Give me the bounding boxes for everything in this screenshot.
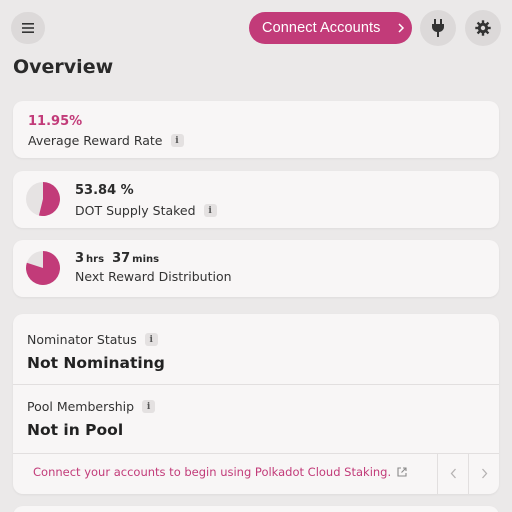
pool-membership-label: Pool Membership [27, 399, 135, 414]
info-icon[interactable]: i [170, 134, 184, 147]
plug-icon [432, 19, 444, 37]
plug-button[interactable] [420, 10, 456, 46]
hours-value: 3 [75, 251, 85, 266]
nominator-status-value: Not Nominating [27, 354, 165, 372]
connect-accounts-note[interactable]: Connect your accounts to begin using Pol… [33, 465, 407, 479]
connect-accounts-button[interactable]: Connect Accounts [249, 12, 412, 44]
divider [13, 384, 499, 385]
reward-rate-card: 11.95% Average Reward Rate i [13, 101, 499, 158]
reward-rate-value: 11.95% [28, 114, 83, 129]
page-title: Overview [13, 56, 114, 78]
connect-note-text: Connect your accounts to begin using Pol… [33, 465, 392, 479]
minutes-unit: mins [132, 254, 160, 265]
chevron-right-icon [390, 23, 412, 33]
info-icon[interactable]: i [142, 400, 156, 413]
previous-button[interactable] [437, 453, 468, 494]
supply-pie-chart [26, 182, 60, 216]
hamburger-icon [22, 23, 34, 33]
menu-button[interactable] [11, 12, 45, 44]
minutes-value: 37 [112, 251, 131, 266]
external-link-icon [397, 467, 407, 477]
nominator-status-label: Nominator Status [27, 332, 137, 347]
hours-unit: hrs [86, 254, 105, 265]
chevron-right-icon [481, 468, 487, 479]
next-card [13, 506, 499, 512]
settings-button[interactable] [465, 10, 501, 46]
supply-staked-card: 53.84 % DOT Supply Staked i [13, 171, 499, 228]
next-distribution-card: 3 hrs 37 mins Next Reward Distribution [13, 240, 499, 297]
next-distribution-label: Next Reward Distribution [75, 269, 232, 284]
staking-status-card: Nominator Status i Not Nominating Pool M… [13, 314, 499, 494]
supply-staked-label: DOT Supply Staked [75, 203, 196, 218]
chevron-left-icon [450, 468, 456, 479]
connect-accounts-label: Connect Accounts [262, 20, 381, 36]
pool-membership-value: Not in Pool [27, 421, 124, 439]
distribution-pie-chart [25, 251, 60, 285]
info-icon[interactable]: i [203, 204, 217, 217]
reward-rate-label: Average Reward Rate [28, 133, 163, 148]
supply-staked-value: 53.84 % [75, 183, 134, 198]
info-icon[interactable]: i [144, 333, 158, 346]
gear-icon [475, 20, 491, 36]
next-button[interactable] [468, 453, 499, 494]
divider [13, 453, 499, 454]
